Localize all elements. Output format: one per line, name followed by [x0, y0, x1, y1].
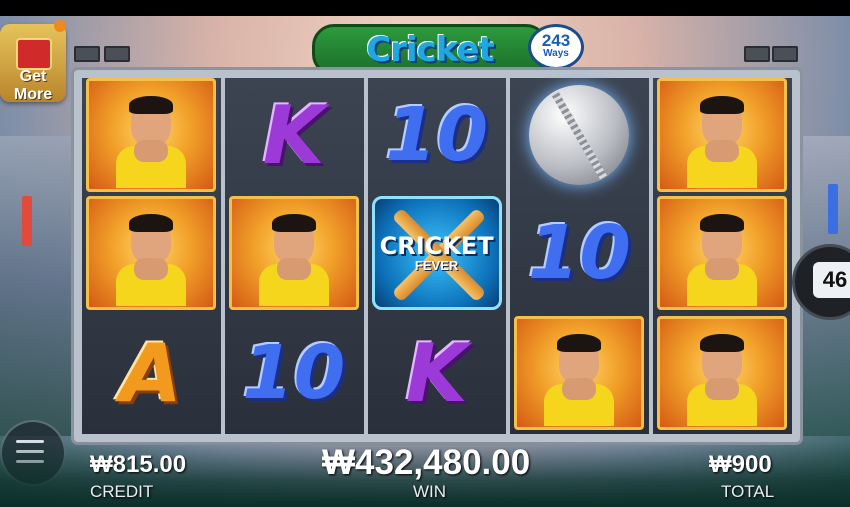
- total-label: TOTAL: [721, 482, 775, 501]
- ways-number: 243: [541, 31, 571, 50]
- crowd-left: [0, 136, 80, 436]
- player-symbol: [228, 196, 359, 310]
- top-black-bar: [0, 0, 850, 16]
- ten-symbol: 10: [372, 78, 502, 192]
- credit-label: CREDIT: [90, 482, 154, 501]
- player-hair: [557, 334, 602, 352]
- player-hands: [134, 258, 168, 280]
- reel-column: A: [82, 78, 221, 434]
- cricket-ball-symbol: [514, 78, 644, 192]
- player-hair: [700, 334, 745, 352]
- player-figure: [687, 96, 758, 188]
- k-symbol: K: [372, 316, 502, 430]
- player-figure: [544, 334, 615, 426]
- k-symbol: K: [229, 78, 359, 192]
- ten-symbol-text: 10: [527, 210, 631, 296]
- wild-title: CRICKET: [379, 231, 494, 260]
- ways-badge: 243 Ways: [528, 24, 584, 70]
- player-symbol: [86, 78, 216, 192]
- player-symbol: [657, 196, 788, 310]
- player-symbol: [657, 78, 788, 192]
- ten-symbol: 10: [229, 316, 359, 430]
- stadium-light-icon: [744, 46, 770, 62]
- player-symbol: [514, 316, 645, 430]
- ball-seam: [550, 89, 608, 181]
- get-more-label-line1: Get: [19, 68, 47, 85]
- player-figure: [258, 214, 329, 306]
- a-symbol: A: [86, 316, 216, 430]
- player-hair: [271, 214, 316, 232]
- cricket-ball-icon: [529, 85, 630, 185]
- reel-column: [653, 78, 792, 434]
- player-hands: [705, 140, 740, 162]
- notification-dot: [54, 20, 66, 32]
- win-value: ₩432,480.00: [322, 443, 531, 482]
- player-figure: [116, 96, 186, 188]
- get-more-button[interactable]: Get More: [0, 24, 66, 104]
- stadium-light-icon: [104, 46, 130, 62]
- logo-title: Cricket Fever: [312, 24, 548, 116]
- player-hair: [700, 96, 745, 114]
- ten-symbol: 10: [514, 196, 644, 310]
- win-label: WIN: [413, 482, 447, 501]
- player-hands: [562, 378, 597, 400]
- reel-column: 10 CRICKET FEVER K: [367, 78, 507, 434]
- total-value: ₩900: [709, 451, 772, 478]
- side-bet-value: 46: [813, 262, 850, 298]
- player-hair: [129, 96, 173, 114]
- reel-column: 10: [510, 78, 650, 434]
- wild-symbol: CRICKET FEVER: [371, 196, 502, 310]
- player-figure: [687, 334, 758, 426]
- game-logo: Cricket Fever 243 Ways: [312, 20, 584, 116]
- get-more-label: Get More: [0, 68, 66, 104]
- flag-right: [828, 184, 838, 234]
- player-hands: [705, 258, 740, 280]
- player-symbol: [86, 196, 216, 310]
- player-hair: [700, 214, 745, 232]
- reels-grid: A K 10 10 CRICKET FEVER K 10: [82, 78, 792, 434]
- ten-symbol-text: 10: [242, 330, 346, 416]
- player-figure: [116, 214, 186, 306]
- bottom-bar: ₩815.00 CREDIT ₩432,480.00 WIN ₩900 TOTA…: [0, 441, 850, 507]
- a-symbol-text: A: [120, 326, 182, 420]
- stadium-light-icon: [74, 46, 100, 62]
- gift-icon: [16, 38, 52, 70]
- player-figure: [687, 214, 758, 306]
- flag-left: [22, 196, 32, 246]
- player-hands: [134, 140, 168, 162]
- ways-label: Ways: [543, 48, 569, 59]
- wild-subtitle: FEVER: [414, 257, 459, 273]
- player-hands: [276, 258, 311, 280]
- k-symbol-text: K: [262, 88, 325, 182]
- k-symbol-text: K: [405, 326, 468, 420]
- credit-value: ₩815.00: [90, 451, 187, 478]
- get-more-label-line2: More: [13, 86, 53, 103]
- player-hair: [129, 214, 173, 232]
- reel-column: K 10: [224, 78, 364, 434]
- ten-symbol-text: 10: [385, 92, 489, 178]
- player-hands: [705, 378, 740, 400]
- stadium-light-icon: [772, 46, 798, 62]
- player-symbol: [657, 316, 788, 430]
